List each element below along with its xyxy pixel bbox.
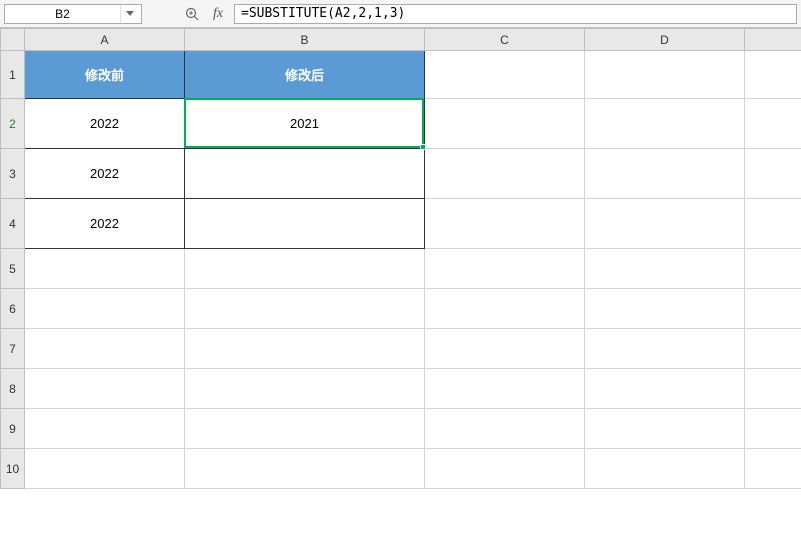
row-header-1[interactable]: 1 (1, 51, 25, 99)
fill-handle[interactable] (420, 144, 426, 150)
cell-B7[interactable] (185, 329, 425, 369)
cell-C2[interactable] (425, 99, 585, 149)
cell-D6[interactable] (585, 289, 745, 329)
cell-B1[interactable]: 修改后 (185, 51, 425, 99)
name-box-container (4, 4, 142, 24)
cell-A9[interactable] (25, 409, 185, 449)
row-1: 1 修改前 修改后 (1, 51, 801, 99)
cell-D4[interactable] (585, 199, 745, 249)
cell-C3[interactable] (425, 149, 585, 199)
row-4: 4 2022 (1, 199, 801, 249)
row-header-5[interactable]: 5 (1, 249, 25, 289)
chevron-down-icon (126, 11, 134, 16)
row-8: 8 (1, 369, 801, 409)
col-header-E[interactable] (745, 29, 801, 51)
cell-D7[interactable] (585, 329, 745, 369)
cell-C6[interactable] (425, 289, 585, 329)
cell-A8[interactable] (25, 369, 185, 409)
cell-C10[interactable] (425, 449, 585, 489)
row-header-10[interactable]: 10 (1, 449, 25, 489)
row-3: 3 2022 (1, 149, 801, 199)
row-header-2[interactable]: 2 (1, 99, 25, 149)
row-2: 2 2022 2021 (1, 99, 801, 149)
cell-A4[interactable]: 2022 (25, 199, 185, 249)
row-header-8[interactable]: 8 (1, 369, 25, 409)
cell-C9[interactable] (425, 409, 585, 449)
cell-E10[interactable] (745, 449, 801, 489)
cell-D1[interactable] (585, 51, 745, 99)
cell-A5[interactable] (25, 249, 185, 289)
col-header-A[interactable]: A (25, 29, 185, 51)
row-header-9[interactable]: 9 (1, 409, 25, 449)
cell-A1[interactable]: 修改前 (25, 51, 185, 99)
cell-D10[interactable] (585, 449, 745, 489)
cell-B6[interactable] (185, 289, 425, 329)
cell-D2[interactable] (585, 99, 745, 149)
row-10: 10 (1, 449, 801, 489)
name-box[interactable] (5, 5, 120, 23)
row-header-3[interactable]: 3 (1, 149, 25, 199)
cell-D8[interactable] (585, 369, 745, 409)
magnifier-icon (185, 7, 199, 21)
cell-E1[interactable] (745, 51, 801, 99)
row-9: 9 (1, 409, 801, 449)
cell-C5[interactable] (425, 249, 585, 289)
spreadsheet-area: A B C D 1 修改前 修改后 2 2022 2021 3 2022 (0, 28, 801, 546)
cell-D3[interactable] (585, 149, 745, 199)
col-header-C[interactable]: C (425, 29, 585, 51)
grid: A B C D 1 修改前 修改后 2 2022 2021 3 2022 (0, 28, 801, 489)
cell-D5[interactable] (585, 249, 745, 289)
cell-E9[interactable] (745, 409, 801, 449)
cell-B8[interactable] (185, 369, 425, 409)
row-header-6[interactable]: 6 (1, 289, 25, 329)
col-header-B[interactable]: B (185, 29, 425, 51)
cell-E3[interactable] (745, 149, 801, 199)
cell-C8[interactable] (425, 369, 585, 409)
column-headers: A B C D (1, 29, 801, 51)
cell-C7[interactable] (425, 329, 585, 369)
row-header-4[interactable]: 4 (1, 199, 25, 249)
cell-E8[interactable] (745, 369, 801, 409)
cell-B4[interactable] (185, 199, 425, 249)
cell-A6[interactable] (25, 289, 185, 329)
cell-E7[interactable] (745, 329, 801, 369)
row-6: 6 (1, 289, 801, 329)
cell-B2[interactable]: 2021 (185, 99, 425, 149)
cell-A2[interactable]: 2022 (25, 99, 185, 149)
name-box-dropdown[interactable] (120, 5, 138, 23)
cell-E6[interactable] (745, 289, 801, 329)
formula-bar: fx (0, 0, 801, 28)
cell-B9[interactable] (185, 409, 425, 449)
fx-icon[interactable]: fx (208, 4, 228, 24)
cell-E2[interactable] (745, 99, 801, 149)
row-header-7[interactable]: 7 (1, 329, 25, 369)
cell-A10[interactable] (25, 449, 185, 489)
cell-B10[interactable] (185, 449, 425, 489)
cell-B3[interactable] (185, 149, 425, 199)
cell-A3[interactable]: 2022 (25, 149, 185, 199)
cell-E5[interactable] (745, 249, 801, 289)
col-header-D[interactable]: D (585, 29, 745, 51)
cell-E4[interactable] (745, 199, 801, 249)
row-5: 5 (1, 249, 801, 289)
cell-A7[interactable] (25, 329, 185, 369)
row-7: 7 (1, 329, 801, 369)
formula-input[interactable] (234, 4, 797, 24)
cell-C4[interactable] (425, 199, 585, 249)
select-all-corner[interactable] (1, 29, 25, 51)
cell-C1[interactable] (425, 51, 585, 99)
zoom-icon[interactable] (182, 4, 202, 24)
cell-B5[interactable] (185, 249, 425, 289)
cell-D9[interactable] (585, 409, 745, 449)
